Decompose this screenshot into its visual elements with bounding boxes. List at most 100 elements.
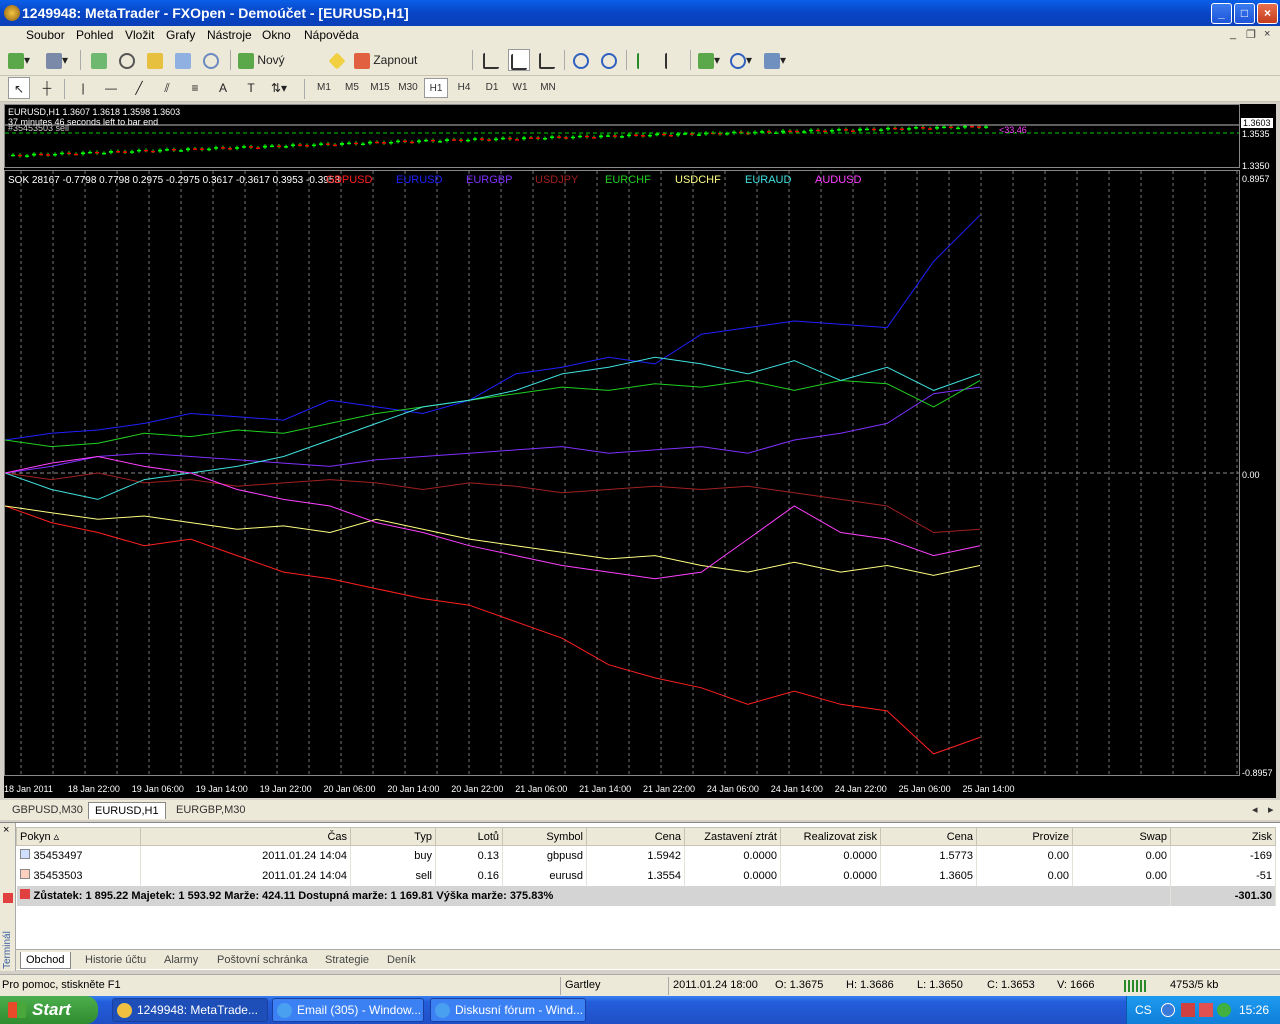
mdi-restore-button[interactable]: ❐ <box>1246 28 1256 41</box>
col-current-price[interactable]: Cena <box>880 827 977 846</box>
task-forum[interactable]: Diskusní fórum - Wind... <box>430 998 586 1022</box>
new-order-button[interactable]: Nový pokyn <box>238 49 320 89</box>
text-label-button[interactable]: T <box>240 77 262 99</box>
candle-body <box>557 136 561 138</box>
col-swap[interactable]: Swap <box>1072 827 1171 846</box>
chart-tab-eurgbp-m30[interactable]: EURGBP,M30 <box>170 802 252 819</box>
table-row[interactable]: 35453497 2011.01.24 14:04 buy 0.13 gbpusd 1.… <box>16 845 1276 866</box>
chart-shift-button[interactable] <box>662 49 684 71</box>
close-button[interactable]: × <box>1257 3 1278 24</box>
terminal-close-icon[interactable]: × <box>3 824 9 836</box>
col-price[interactable]: Cena <box>586 827 685 846</box>
data-window-button[interactable] <box>116 49 138 71</box>
price-axis-low: 1.3350 <box>1242 161 1270 171</box>
cursor-tool-button[interactable]: ↖ <box>8 77 30 99</box>
crosshair-tool-button[interactable]: ┼ <box>36 77 58 99</box>
table-row[interactable]: 35453503 2011.01.24 14:04 sell 0.16 eurusd 1… <box>16 865 1276 886</box>
tab-scroll-right-icon[interactable]: ▸ <box>1262 802 1280 819</box>
task-metatrader[interactable]: 1249948: MetaTrade... <box>112 998 268 1022</box>
tf-w1[interactable]: W1 <box>508 78 532 98</box>
tray-app-icon[interactable] <box>1181 1003 1195 1017</box>
tab-journal[interactable]: Deník <box>382 952 421 969</box>
bar-chart-button[interactable] <box>480 49 502 71</box>
tab-scroll-left-icon[interactable]: ◂ <box>1246 802 1264 819</box>
col-type[interactable]: Typ <box>350 827 436 846</box>
menu-grafy[interactable]: Grafy <box>166 28 195 42</box>
maximize-button[interactable]: □ <box>1234 3 1255 24</box>
zoom-in-button[interactable] <box>570 49 592 71</box>
templates-button[interactable]: ▾ <box>764 49 786 71</box>
tf-m30[interactable]: M30 <box>396 78 420 98</box>
tester-button[interactable] <box>200 49 222 71</box>
candle-body <box>606 135 610 137</box>
candle-body <box>508 137 512 140</box>
line-chart-button[interactable] <box>536 49 558 71</box>
task-email[interactable]: Email (305) - Window... <box>272 998 424 1022</box>
col-lots[interactable]: Lotů <box>435 827 503 846</box>
tray-security-icon[interactable] <box>1217 1003 1231 1017</box>
arrows-button[interactable]: ⇅▾ <box>268 77 290 99</box>
tab-mailbox[interactable]: Poštovní schránka <box>212 952 313 969</box>
minimize-button[interactable]: _ <box>1211 3 1232 24</box>
tf-m1[interactable]: M1 <box>312 78 336 98</box>
mdi-minimize-button[interactable]: _ <box>1230 28 1236 40</box>
menu-okno[interactable]: Okno <box>262 28 291 42</box>
profiles-button[interactable]: ▾ <box>46 49 68 71</box>
tf-mn[interactable]: MN <box>536 78 560 98</box>
tab-account-history[interactable]: Historie účtu <box>80 952 151 969</box>
tab-alerts[interactable]: Alarmy <box>159 952 203 969</box>
candle-chart-button[interactable] <box>508 49 530 71</box>
tf-m5[interactable]: M5 <box>340 78 364 98</box>
tf-h1[interactable]: H1 <box>424 78 448 98</box>
menu-soubor[interactable]: Soubor <box>26 28 65 42</box>
col-take-profit[interactable]: Realizovat zisk <box>780 827 881 846</box>
indicators-button[interactable]: ▾ <box>698 49 720 71</box>
col-stop-loss[interactable]: Zastavení ztrát <box>684 827 781 846</box>
chart-tab-eurusd-h1[interactable]: EURUSD,H1 <box>88 802 166 819</box>
fibonacci-button[interactable]: ≡ <box>184 77 206 99</box>
vertical-line-button[interactable]: | <box>72 77 94 99</box>
zoom-out-button[interactable] <box>598 49 620 71</box>
auto-scroll-button[interactable] <box>634 49 656 71</box>
start-button[interactable]: Start <box>0 996 98 1024</box>
text-tool-button[interactable]: A <box>212 77 234 99</box>
col-symbol[interactable]: Symbol <box>502 827 587 846</box>
tray-arrow-icon[interactable] <box>1161 1003 1175 1017</box>
col-profit[interactable]: Zisk <box>1170 827 1276 846</box>
horizontal-line-button[interactable]: — <box>100 77 122 99</box>
menu-napoveda[interactable]: Nápověda <box>304 28 359 42</box>
col-commission[interactable]: Provize <box>976 827 1073 846</box>
tf-h4[interactable]: H4 <box>452 78 476 98</box>
col-time[interactable]: Čas <box>140 827 351 846</box>
navigator-button[interactable] <box>144 49 166 71</box>
sok-indicator-chart[interactable] <box>4 170 1240 776</box>
status-profile[interactable]: Gartley <box>565 979 600 991</box>
metaeditor-button[interactable] <box>326 49 348 71</box>
new-chart-button[interactable]: ▾ <box>8 49 30 71</box>
chart-tab-gbpusd-m30[interactable]: GBPUSD,M30 <box>6 802 89 819</box>
candle-body <box>368 141 372 144</box>
language-indicator[interactable]: CS <box>1135 996 1152 1024</box>
tf-m15[interactable]: M15 <box>368 78 392 98</box>
col-order[interactable]: Pokyn ▵ <box>16 827 141 846</box>
candle-body <box>921 127 925 129</box>
tray-network-icon[interactable] <box>1199 1003 1213 1017</box>
price-chart[interactable]: EURUSD,H1 1.3607 1.3618 1.3598 1.3603 37… <box>4 104 1240 168</box>
mdi-close-button[interactable]: × <box>1264 28 1270 40</box>
expert-advisors-button[interactable]: Zapnout strategie <box>354 49 466 89</box>
periods-button[interactable]: ▾ <box>730 49 752 71</box>
tf-d1[interactable]: D1 <box>480 78 504 98</box>
candle-body <box>172 149 176 151</box>
channel-button[interactable]: ⫽ <box>156 77 178 99</box>
terminal-button[interactable] <box>172 49 194 71</box>
menu-nastroje[interactable]: Nástroje <box>207 28 252 42</box>
tab-trade[interactable]: Obchod <box>20 952 71 969</box>
chart-window[interactable]: EURUSD,H1 1.3607 1.3618 1.3598 1.3603 37… <box>4 104 1276 798</box>
candle-body <box>214 147 218 149</box>
trendline-button[interactable]: ╱ <box>128 77 150 99</box>
menu-pohled[interactable]: Pohled <box>76 28 113 42</box>
tab-experts[interactable]: Strategie <box>320 952 374 969</box>
menu-vlozit[interactable]: Vložit <box>125 28 154 42</box>
market-watch-button[interactable] <box>88 49 110 71</box>
candle-body <box>25 155 29 157</box>
